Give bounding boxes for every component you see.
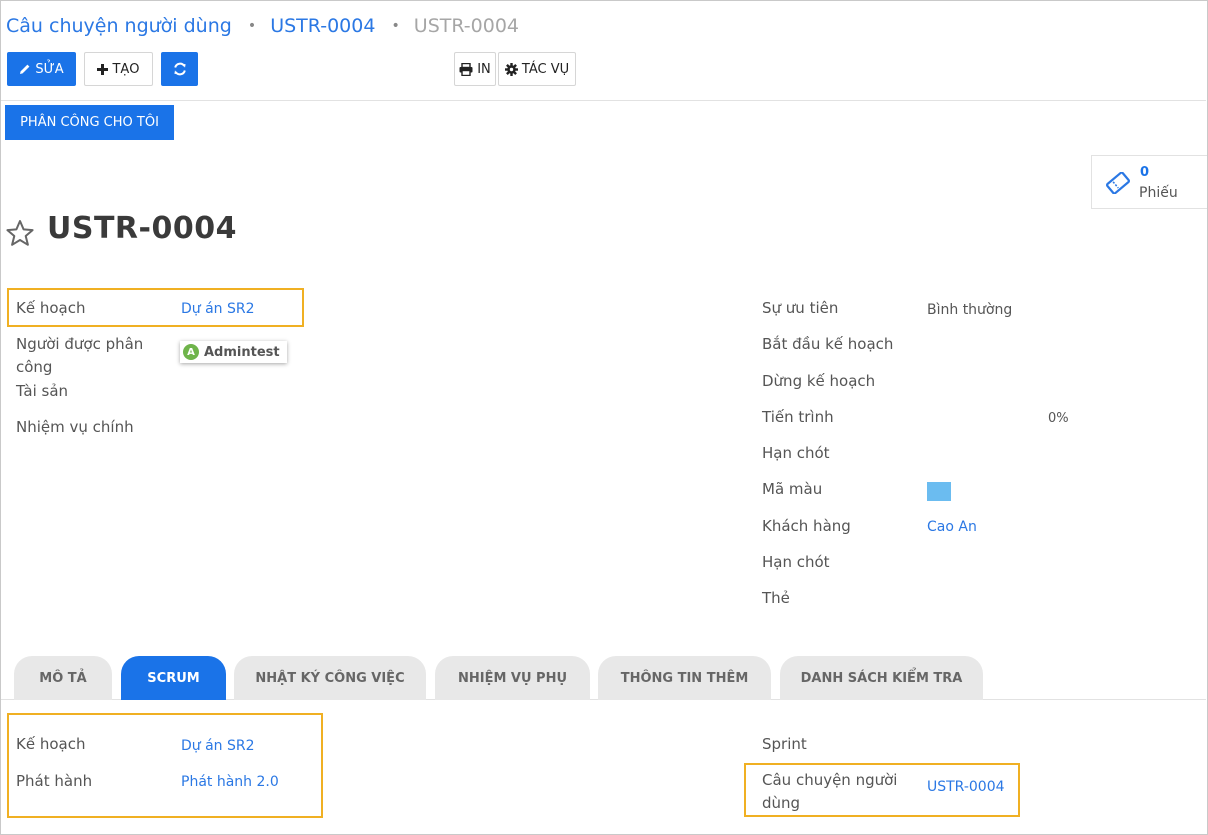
toolbar-divider — [1, 100, 1206, 101]
priority-label: Sự ưu tiên — [762, 299, 839, 317]
parent-task-label: Nhiệm vụ chính — [16, 418, 134, 436]
record-title: USTR-0004 — [47, 211, 237, 246]
customer-label: Khách hàng — [762, 517, 851, 535]
tab-scrum[interactable]: SCRUM — [121, 656, 226, 700]
scrum-left-highlight-box — [7, 713, 323, 818]
assignee-name: Admintest — [204, 344, 280, 360]
assignee-badge[interactable]: A Admintest — [180, 341, 287, 363]
progress-label: Tiến trình — [762, 408, 834, 426]
scrum-plan-link[interactable]: Dự án SR2 — [181, 738, 255, 754]
print-button[interactable]: IN — [454, 52, 496, 86]
tickets-count: 0 — [1140, 165, 1150, 180]
scrum-release-label: Phát hành — [16, 772, 93, 790]
refresh-button[interactable] — [161, 52, 198, 86]
window-frame — [0, 0, 1208, 835]
scrum-story-label: Câu chuyện người dùng — [762, 771, 898, 812]
breadcrumb-section-link[interactable]: Câu chuyện người dùng — [6, 15, 232, 37]
tickets-label: Phiếu — [1139, 185, 1178, 201]
customer-link[interactable]: Cao An — [927, 519, 977, 535]
plan-start-label: Bắt đầu kế hoạch — [762, 335, 894, 353]
pencil-icon — [20, 64, 30, 74]
plan-link[interactable]: Dự án SR2 — [181, 301, 255, 317]
favorite-star-icon[interactable] — [5, 219, 35, 247]
assignee-label: Người được phân công — [16, 335, 144, 376]
breadcrumb-separator: • — [391, 18, 400, 34]
breadcrumb: Câu chuyện người dùng • USTR-0004 • USTR… — [6, 15, 519, 37]
breadcrumb-parent-link[interactable]: USTR-0004 — [270, 15, 375, 37]
gear-icon — [504, 62, 518, 76]
progress-value: 0% — [1048, 411, 1069, 426]
tab-description[interactable]: MÔ TẢ — [14, 656, 112, 700]
plus-icon — [97, 63, 109, 75]
scrum-story-link[interactable]: USTR-0004 — [927, 779, 1005, 795]
create-button[interactable]: TẠO — [84, 52, 153, 86]
scrum-release-link[interactable]: Phát hành 2.0 — [181, 774, 279, 790]
print-button-label: IN — [477, 61, 491, 77]
breadcrumb-separator: • — [247, 18, 257, 34]
refresh-icon — [173, 62, 186, 76]
tickets-stat-button[interactable]: 0 Phiếu — [1091, 155, 1207, 209]
ticket-icon — [1106, 172, 1130, 194]
color-label: Mã màu — [762, 480, 823, 498]
tag-label: Thẻ — [762, 589, 790, 607]
scrum-plan-label: Kế hoạch — [16, 735, 86, 753]
edit-button-label: SỬA — [35, 61, 64, 77]
actions-button[interactable]: TÁC VỤ — [498, 52, 576, 86]
asset-label: Tài sản — [16, 382, 69, 400]
plan-label: Kế hoạch — [16, 299, 86, 317]
breadcrumb-current: USTR-0004 — [413, 15, 519, 37]
edit-button[interactable]: SỬA — [7, 52, 76, 86]
sprint-label: Sprint — [762, 735, 807, 753]
tab-checklist[interactable]: DANH SÁCH KIỂM TRA — [780, 656, 983, 700]
printer-icon — [459, 62, 473, 76]
tab-subtasks[interactable]: NHIỆM VỤ PHỤ — [435, 656, 590, 700]
avatar: A — [183, 344, 199, 360]
tab-work-log[interactable]: NHẬT KÝ CÔNG VIỆC — [234, 656, 426, 700]
tab-more-info[interactable]: THÔNG TIN THÊM — [598, 656, 771, 700]
deadline2-label: Hạn chót — [762, 553, 830, 571]
actions-button-label: TÁC VỤ — [521, 61, 570, 77]
priority-value: Bình thường — [927, 302, 1013, 318]
assign-to-me-button[interactable]: PHÂN CÔNG CHO TÔI — [5, 105, 174, 140]
create-button-label: TẠO — [112, 61, 140, 77]
color-swatch — [927, 482, 951, 501]
plan-stop-label: Dừng kế hoạch — [762, 372, 876, 390]
deadline-label: Hạn chót — [762, 444, 830, 462]
